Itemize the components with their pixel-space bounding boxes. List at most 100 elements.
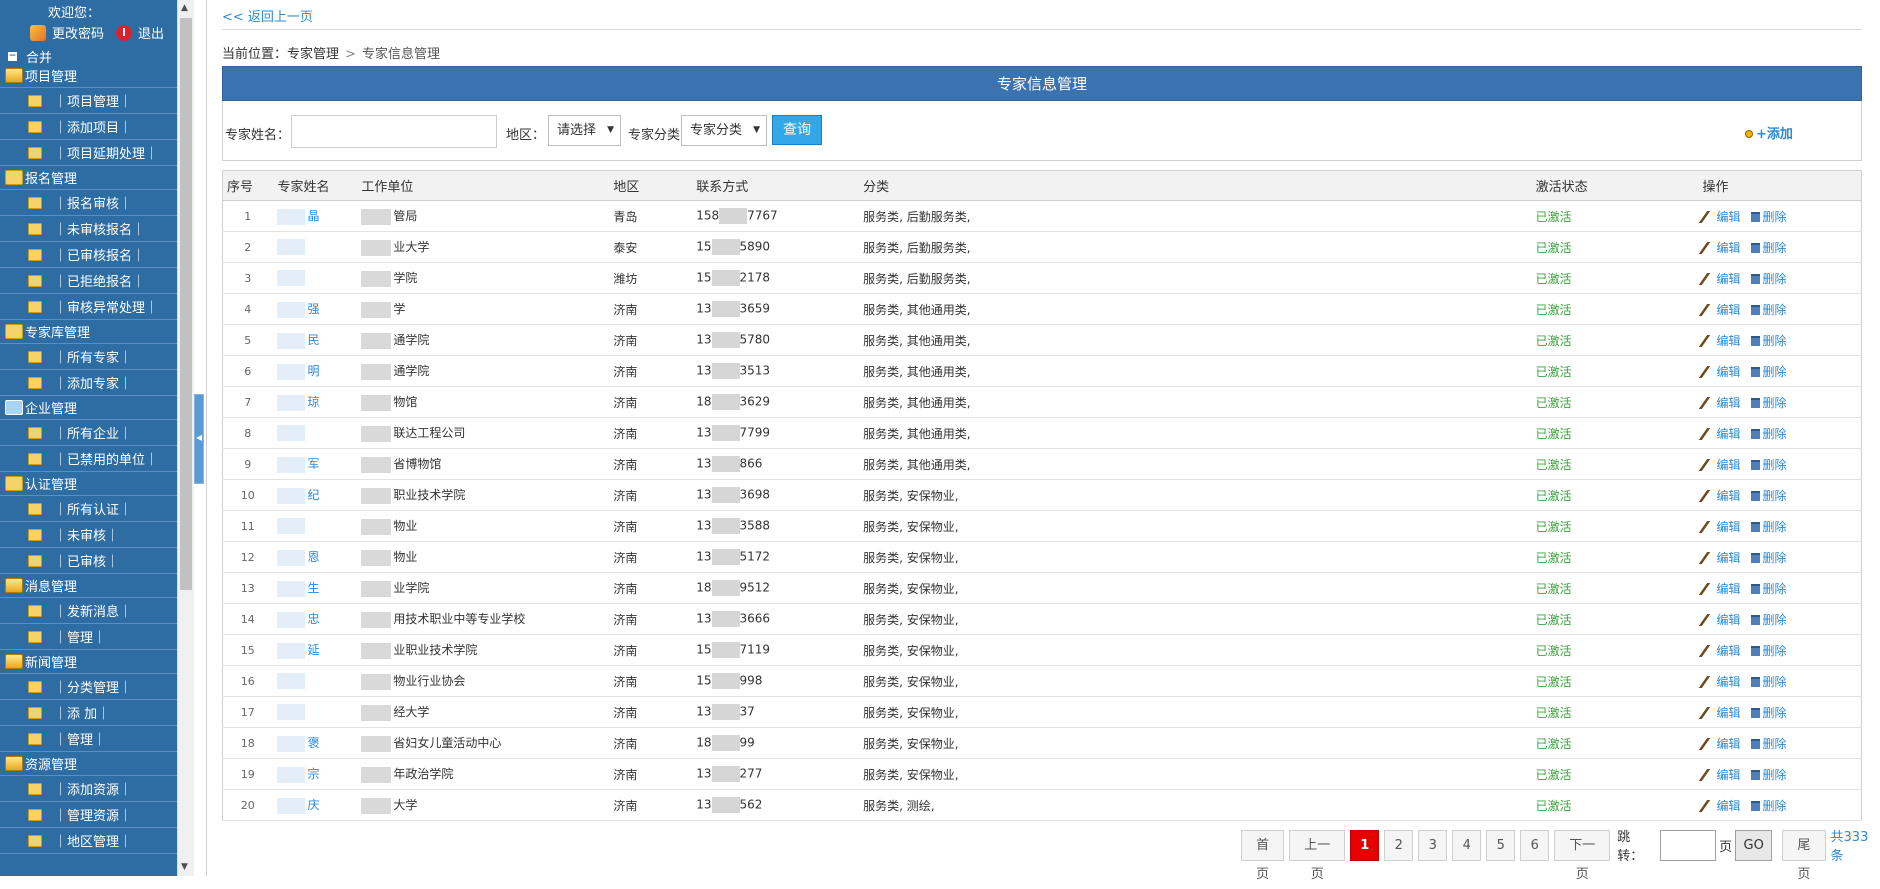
page-number-button[interactable]: 6: [1520, 829, 1550, 861]
scroll-up-icon[interactable]: ▲: [181, 3, 188, 13]
delete-button[interactable]: 删除: [1750, 675, 1787, 689]
sidebar-item[interactable]: ｜已禁用的单位｜: [0, 446, 177, 472]
edit-button[interactable]: 编辑: [1698, 334, 1741, 348]
scroll-down-icon[interactable]: ▼: [181, 862, 188, 872]
edit-button[interactable]: 编辑: [1698, 396, 1741, 410]
cell-name[interactable]: 民: [273, 324, 358, 356]
sidebar-group-header[interactable]: 项目管理: [0, 64, 177, 88]
delete-button[interactable]: 删除: [1750, 241, 1787, 255]
edit-button[interactable]: 编辑: [1698, 458, 1741, 472]
sidebar-item[interactable]: ｜审核异常处理｜: [0, 294, 177, 320]
last-page-button[interactable]: 尾页: [1782, 829, 1826, 882]
sidebar-item[interactable]: ｜所有认证｜: [0, 496, 177, 522]
delete-button[interactable]: 删除: [1750, 427, 1787, 441]
edit-button[interactable]: 编辑: [1698, 675, 1741, 689]
expert-name-link[interactable]: 琼: [307, 395, 319, 409]
delete-button[interactable]: 删除: [1750, 334, 1787, 348]
sidebar-group-header[interactable]: 认证管理: [0, 472, 177, 496]
sidebar-item[interactable]: ｜报名审核｜: [0, 190, 177, 216]
region-select[interactable]: 请选择 ▼: [548, 115, 621, 146]
jump-page-input[interactable]: [1660, 829, 1717, 861]
sidebar-group-header[interactable]: 报名管理: [0, 166, 177, 190]
sidebar-item[interactable]: ｜项目管理｜: [0, 88, 177, 114]
edit-button[interactable]: 编辑: [1698, 272, 1741, 286]
cell-name[interactable]: 晶: [273, 200, 358, 232]
expert-name-link[interactable]: 明: [307, 364, 319, 378]
delete-button[interactable]: 删除: [1750, 799, 1787, 813]
edit-button[interactable]: 编辑: [1698, 613, 1741, 627]
edit-button[interactable]: 编辑: [1698, 365, 1741, 379]
sidebar-item[interactable]: ｜已拒绝报名｜: [0, 268, 177, 294]
delete-button[interactable]: 删除: [1750, 365, 1787, 379]
cell-name[interactable]: 延: [273, 634, 358, 666]
delete-button[interactable]: 删除: [1750, 706, 1787, 720]
expert-name-link[interactable]: 军: [307, 457, 319, 471]
go-button[interactable]: GO: [1735, 829, 1773, 861]
page-number-button[interactable]: 1: [1350, 829, 1380, 861]
expert-name-input[interactable]: [291, 115, 497, 148]
sidebar-item[interactable]: ｜发新消息｜: [0, 598, 177, 624]
expert-name-link[interactable]: 生: [307, 581, 319, 595]
sidebar-item[interactable]: ｜项目延期处理｜: [0, 140, 177, 166]
sidebar-item[interactable]: ｜已审核报名｜: [0, 242, 177, 268]
delete-button[interactable]: 删除: [1750, 272, 1787, 286]
expert-name-link[interactable]: 恩: [307, 550, 319, 564]
edit-button[interactable]: 编辑: [1698, 582, 1741, 596]
cell-name[interactable]: 生: [273, 572, 358, 604]
breadcrumb-item-expert-management[interactable]: 专家管理: [287, 47, 339, 62]
sidebar-item[interactable]: ｜已审核｜: [0, 548, 177, 574]
sidebar-item[interactable]: ｜未审核报名｜: [0, 216, 177, 242]
expert-name-link[interactable]: 忠: [307, 612, 319, 626]
edit-button[interactable]: 编辑: [1698, 210, 1741, 224]
expert-name-link[interactable]: 强: [307, 302, 319, 316]
first-page-button[interactable]: 首页: [1241, 829, 1285, 882]
cell-name[interactable]: 纪: [273, 479, 358, 511]
category-select[interactable]: 专家分类 ▼: [681, 115, 767, 146]
sidebar-group-header[interactable]: 资源管理: [0, 752, 177, 776]
sidebar-item[interactable]: ｜添加项目｜: [0, 114, 177, 140]
expert-name-link[interactable]: 民: [307, 333, 319, 347]
cell-name[interactable]: 宗: [273, 758, 358, 790]
sidebar-item[interactable]: ｜所有专家｜: [0, 344, 177, 370]
page-number-button[interactable]: 5: [1486, 829, 1516, 861]
collapse-sidebar-button[interactable]: ◀: [194, 394, 204, 484]
expert-name-link[interactable]: 纪: [307, 488, 319, 502]
prev-page-button[interactable]: 上一页: [1289, 829, 1346, 882]
edit-button[interactable]: 编辑: [1698, 737, 1741, 751]
delete-button[interactable]: 删除: [1750, 582, 1787, 596]
delete-button[interactable]: 删除: [1750, 303, 1787, 317]
delete-button[interactable]: 删除: [1750, 396, 1787, 410]
expert-name-link[interactable]: 晶: [307, 209, 319, 223]
cell-name[interactable]: 褒: [273, 727, 358, 759]
sidebar-item[interactable]: ｜管理资源｜: [0, 802, 177, 828]
expert-name-link[interactable]: 延: [307, 643, 319, 657]
expert-name-link[interactable]: 庆: [307, 798, 319, 812]
logout-link[interactable]: 退出: [138, 23, 164, 42]
delete-button[interactable]: 删除: [1750, 644, 1787, 658]
edit-button[interactable]: 编辑: [1698, 303, 1741, 317]
cell-name[interactable]: 强: [273, 293, 358, 325]
cell-name[interactable]: 军: [273, 448, 358, 480]
sidebar-item[interactable]: ｜管理｜: [0, 624, 177, 650]
page-number-button[interactable]: 2: [1384, 829, 1414, 861]
cell-name[interactable]: 恩: [273, 541, 358, 573]
delete-button[interactable]: 删除: [1750, 520, 1787, 534]
edit-button[interactable]: 编辑: [1698, 799, 1741, 813]
sidebar-item[interactable]: ｜添 加｜: [0, 700, 177, 726]
cell-name[interactable]: 明: [273, 355, 358, 387]
page-number-button[interactable]: 3: [1418, 829, 1448, 861]
edit-button[interactable]: 编辑: [1698, 520, 1741, 534]
cell-name[interactable]: [273, 696, 358, 728]
delete-button[interactable]: 删除: [1750, 489, 1787, 503]
edit-button[interactable]: 编辑: [1698, 241, 1741, 255]
sidebar-group-header[interactable]: 新闻管理: [0, 650, 177, 674]
sidebar-item[interactable]: ｜分类管理｜: [0, 674, 177, 700]
sidebar-group-header[interactable]: 企业管理: [0, 396, 177, 420]
sidebar-item[interactable]: ｜所有企业｜: [0, 420, 177, 446]
delete-button[interactable]: 删除: [1750, 768, 1787, 782]
sidebar-item[interactable]: ｜地区管理｜: [0, 828, 177, 854]
back-link[interactable]: << 返回上一页: [222, 6, 313, 25]
cell-name[interactable]: [273, 510, 358, 542]
sidebar-group-header[interactable]: 消息管理: [0, 574, 177, 598]
delete-button[interactable]: 删除: [1750, 458, 1787, 472]
